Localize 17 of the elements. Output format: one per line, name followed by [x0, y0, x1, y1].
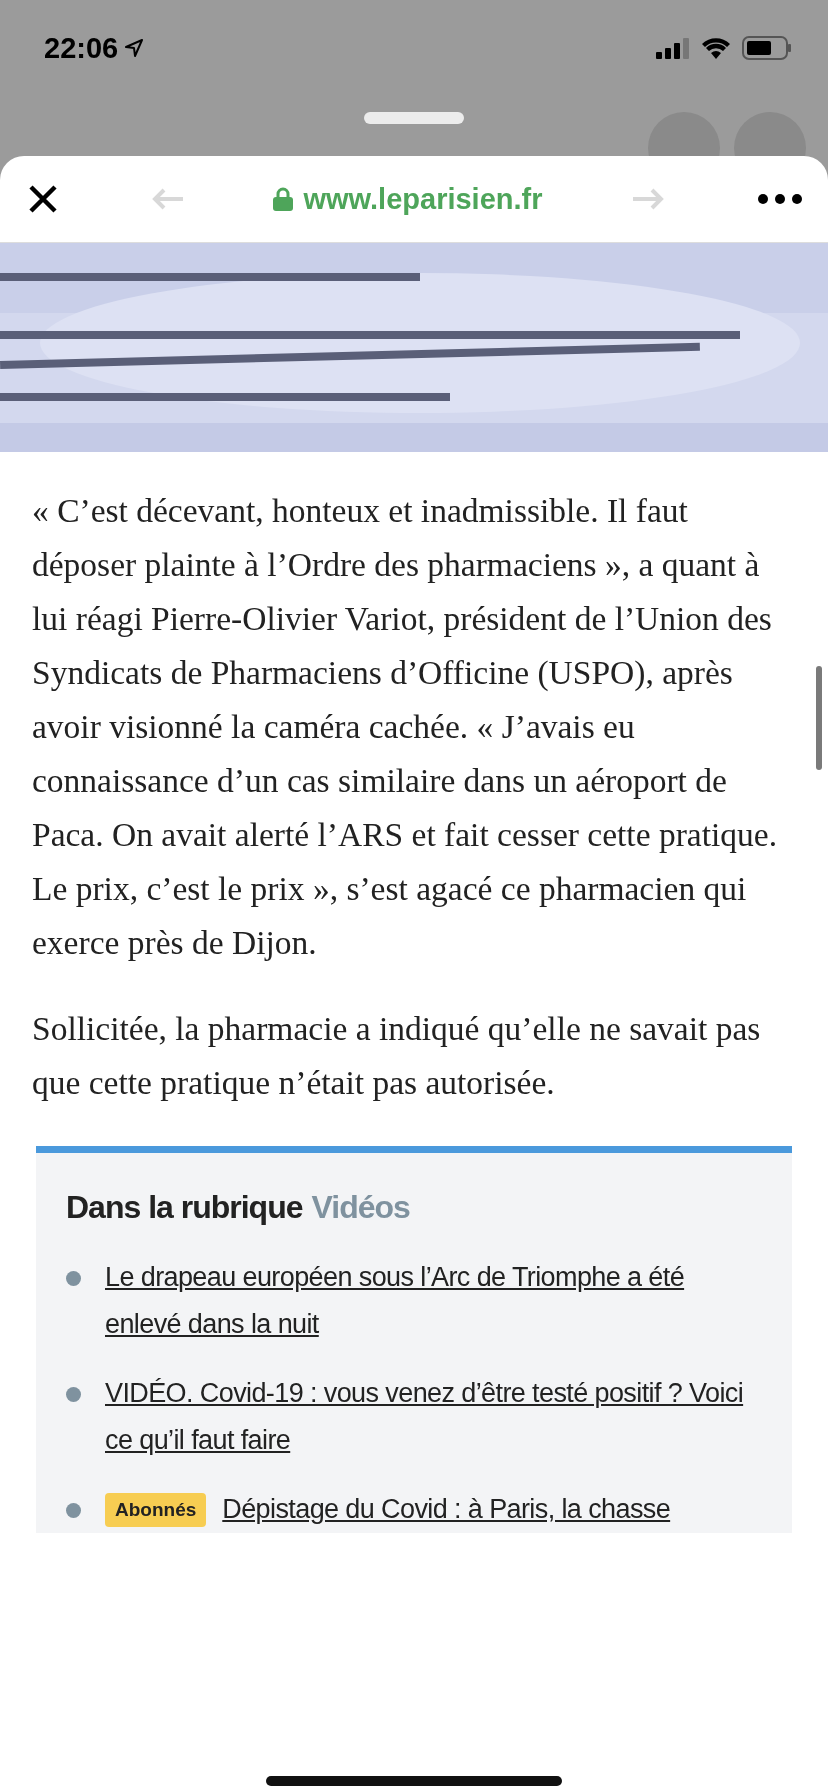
- status-time: 22:06: [44, 31, 145, 65]
- article-paragraph: « C’est décevant, honteux et inadmissible. Il faut déposer plainte à l’Ordre des pharmaciens », a quant à lui réagi Pierre-Olivier Variot, président de l’Union des Syndicats de Pharmaciens d’Officine (USPO), après avoir visionné la caméra cachée. « J’avais eu connaissance d’un cas similaire dans un aéroport de Paca. On avait alerté l’ARS et fait cesser cette pratique. Le prix, c’est le prix », s’est agacé ce pharmacien qui exerce près de Dijon.: [32, 491, 779, 963]
- bullet-dot: [66, 1271, 81, 1286]
- article-link[interactable]: Le drapeau européen sous l’Arc de Triomphe a été enlevé dans la nuit: [105, 1254, 762, 1348]
- subscriber-badge: Abonnés: [105, 1493, 207, 1527]
- article-paragraph: Sollicitée, la pharmacie a indiqué qu’elle ne savait pas que cette pratique n’était pas autorisée.: [32, 1009, 762, 1103]
- signal-icon: [656, 37, 690, 59]
- sheet-grabber[interactable]: [364, 112, 464, 124]
- battery-icon: [742, 36, 792, 60]
- bullet-dot: [66, 1387, 81, 1402]
- article-link[interactable]: VIDÉO. Covid-19 : vous venez d’être testé positif ? Voici ce qu’il faut faire: [105, 1370, 762, 1464]
- bullet-dot: [66, 1503, 81, 1518]
- wifi-icon: [700, 36, 732, 60]
- location-arrow-icon: [124, 38, 145, 58]
- related-heading: Dans la rubrique: [66, 1189, 303, 1226]
- lock-icon: [273, 187, 294, 211]
- article-link[interactable]: Dépistage du Covid : à Paris, la chasse: [222, 1486, 671, 1533]
